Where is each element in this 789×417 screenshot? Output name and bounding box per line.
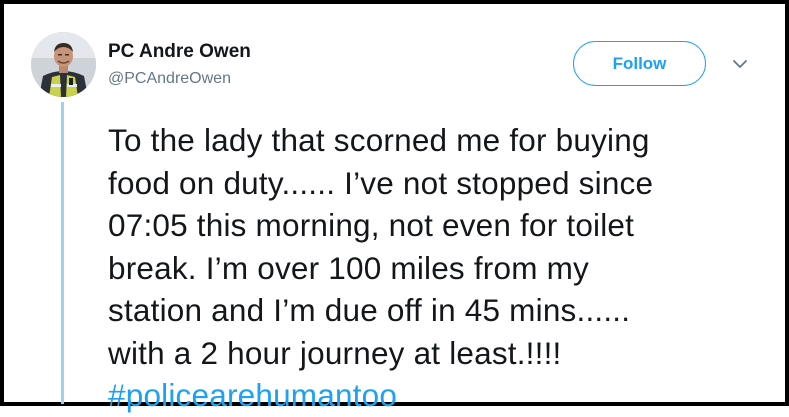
tweet-text-line: food on duty...... I’ve not stopped sinc… [108,164,654,201]
follow-button[interactable]: Follow [573,41,706,86]
avatar[interactable] [31,32,96,97]
tweet-card: PC Andre Owen @PCAndreOwen Follow To the… [0,0,789,413]
author-handle[interactable]: @PCAndreOwen [108,70,231,88]
hashtag-link[interactable]: #policearehumantoo [108,377,397,413]
tweet-text-line: break. I’m over 100 miles from my [108,249,589,286]
tweet-text-line: 07:05 this morning, not even for toilet [108,207,635,243]
chevron-down-icon[interactable] [730,56,750,72]
tweet-text: To the lady that scorned me for buying f… [108,119,758,417]
tweet-text-line: station and I’m due off in 45 mins...... [108,292,631,328]
thread-line [61,102,64,404]
tweet-text-line: To the lady that scorned me for buying [108,122,650,158]
tweet-text-line: with a 2 hour journey at least.!!!! [108,334,562,371]
avatar-photo-icon [31,32,96,97]
author-name[interactable]: PC Andre Owen [108,41,251,63]
